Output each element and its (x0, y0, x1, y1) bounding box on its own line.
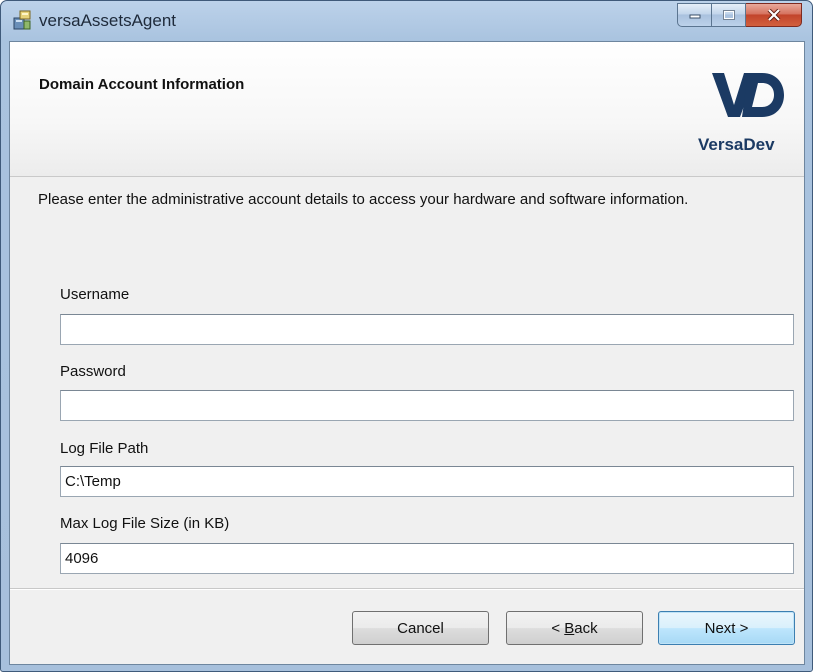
log-file-path-field[interactable] (60, 466, 794, 497)
password-field[interactable] (60, 390, 794, 421)
minimize-button[interactable] (677, 3, 712, 27)
next-button[interactable]: Next > (658, 611, 795, 645)
username-label: Username (60, 286, 130, 303)
installer-icon (13, 10, 31, 30)
maximize-icon (722, 10, 735, 20)
close-button[interactable] (746, 3, 802, 27)
logo-wordmark: VersaDev (698, 135, 775, 154)
versadev-logo: VersaDev (686, 67, 804, 167)
caption-buttons (677, 3, 802, 30)
maximize-button[interactable] (712, 3, 746, 27)
header-banner: Domain Account Information VersaDev (10, 42, 804, 177)
back-button-label: < Back (551, 619, 598, 637)
back-button[interactable]: < Back (506, 611, 643, 645)
max-log-size-field[interactable] (60, 543, 794, 574)
title-bar[interactable]: versaAssetsAgent (1, 1, 812, 41)
log-file-path-label: Log File Path (60, 440, 149, 457)
button-separator (10, 588, 804, 590)
max-log-size-label: Max Log File Size (in KB) (60, 515, 230, 532)
next-button-label: Next > (704, 619, 749, 637)
instructions-text: Please enter the administrative account … (38, 191, 689, 208)
page-title: Domain Account Information (39, 76, 245, 93)
password-label: Password (60, 363, 126, 380)
cancel-button[interactable]: Cancel (352, 611, 489, 645)
installer-window: versaAssetsAgent Domain Account Informat… (0, 0, 813, 672)
dialog-client-area: Domain Account Information VersaDev Plea… (9, 41, 805, 665)
close-icon (767, 9, 780, 21)
window-title: versaAssetsAgent (39, 11, 177, 30)
minimize-icon (689, 14, 700, 19)
username-field[interactable] (60, 314, 794, 345)
cancel-button-label: Cancel (397, 619, 444, 637)
vd-logo-mark (712, 73, 784, 117)
